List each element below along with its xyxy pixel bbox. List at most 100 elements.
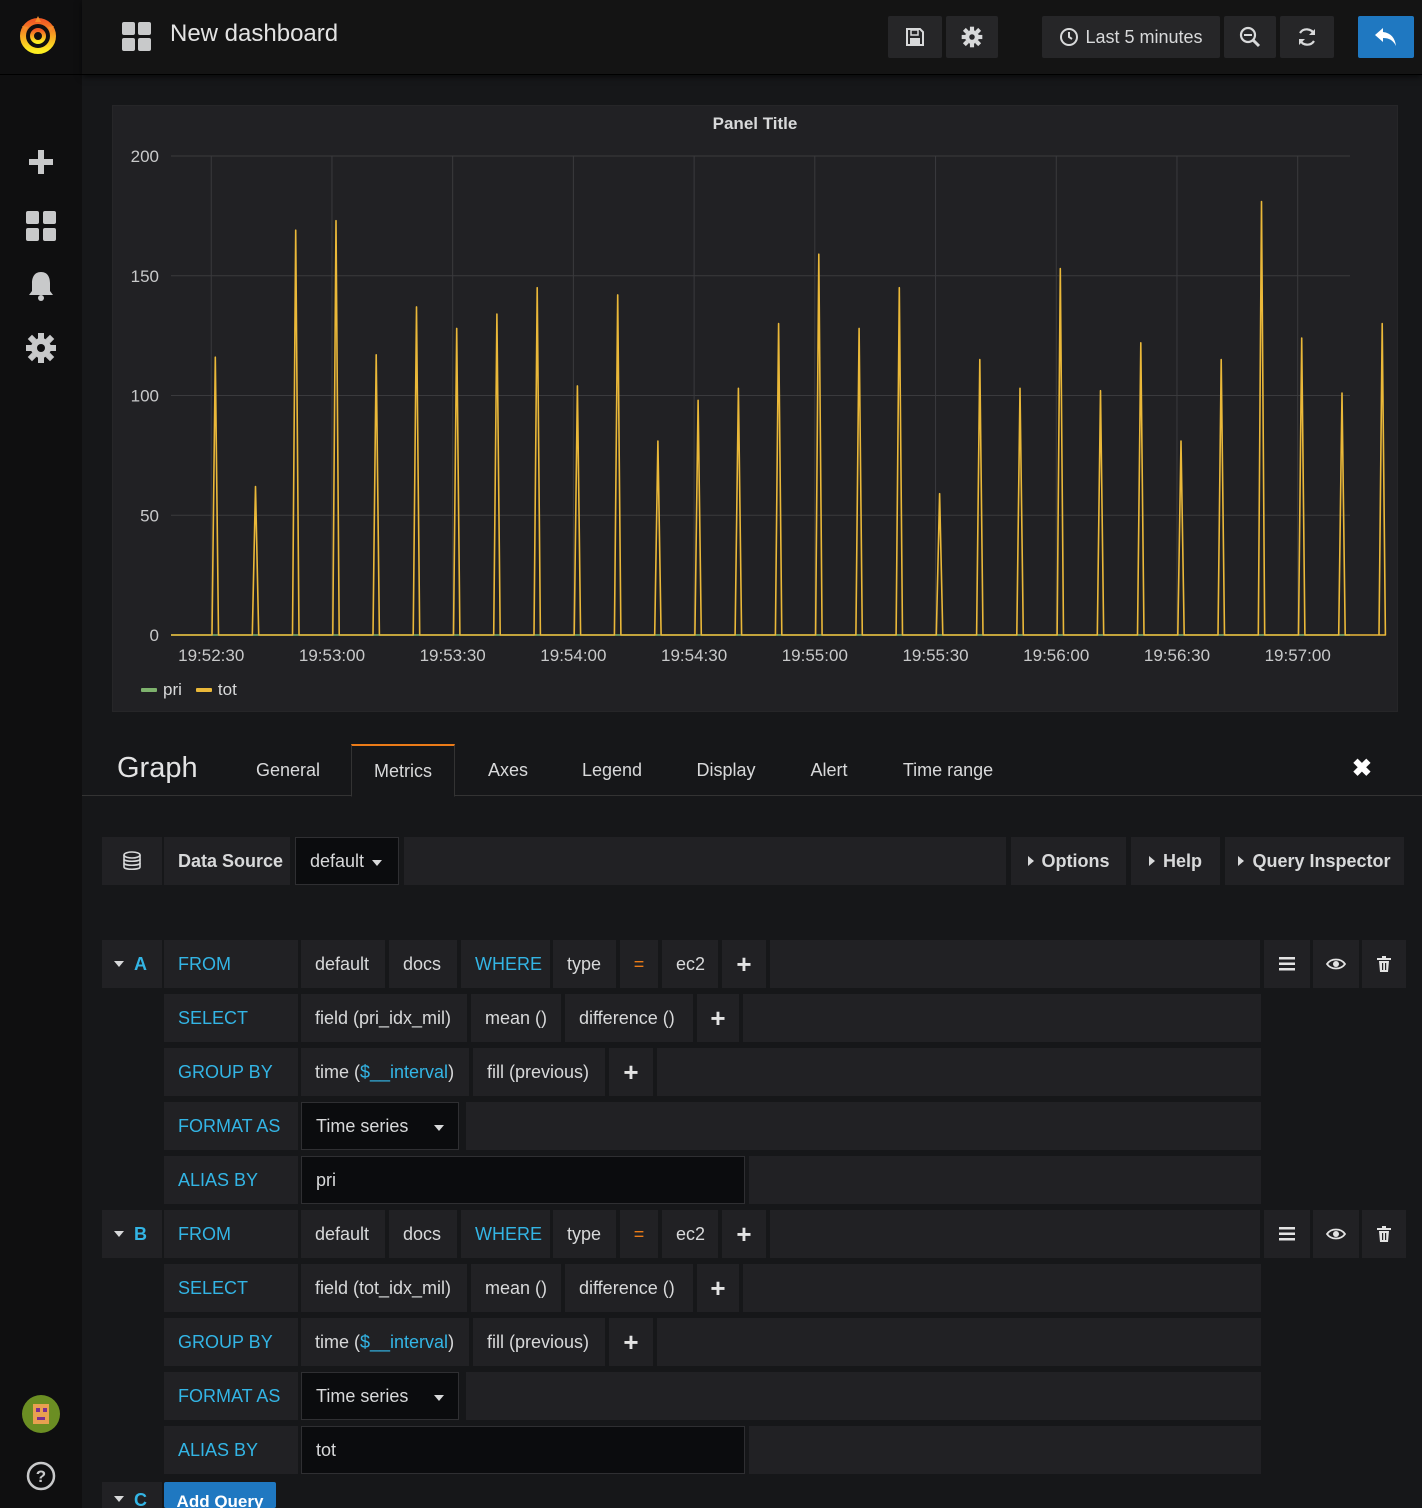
alerting-bell-icon[interactable]	[21, 266, 61, 306]
help-label: Help	[1162, 850, 1202, 871]
query-c-collapse-toggle[interactable]: C	[102, 1482, 162, 1508]
query-a-delete-button[interactable]	[1362, 940, 1406, 988]
plus-icon: +	[736, 948, 752, 979]
add-select-button[interactable]: +	[697, 1264, 739, 1312]
query-a-toggle-visibility-button[interactable]	[1313, 940, 1359, 988]
user-avatar[interactable]	[21, 1394, 61, 1434]
help-toggle[interactable]: Help	[1131, 837, 1220, 885]
hamburger-icon	[1279, 1227, 1295, 1241]
caret-down-icon	[114, 961, 124, 967]
measurement-segment[interactable]: docs	[389, 940, 457, 988]
graph-panel[interactable]: Panel Title 0 50 100 150 200 19:52:30 19:53:00…	[112, 105, 1398, 712]
tab-metrics[interactable]: Metrics	[351, 744, 455, 797]
tab-axes[interactable]: Axes	[472, 744, 544, 796]
legend-label-tot: tot	[217, 680, 237, 699]
query-b-toggle-visibility-button[interactable]	[1313, 1210, 1359, 1258]
x-tick-label: 19:53:30	[420, 646, 486, 665]
add-condition-button[interactable]: +	[722, 1210, 766, 1258]
transform-segment[interactable]: difference ()	[565, 1264, 693, 1312]
policy-segment[interactable]: default	[301, 940, 385, 988]
tag-operator-segment[interactable]: =	[620, 940, 658, 988]
caret-right-icon	[1027, 856, 1034, 866]
field-segment[interactable]: field (tot_idx_mil)	[301, 1264, 467, 1312]
group-time-segment[interactable]: time ($__interval)	[301, 1048, 469, 1096]
side-menu: ?	[0, 0, 82, 1508]
back-to-dashboard-button[interactable]	[1358, 16, 1414, 58]
fill-segment[interactable]: fill (previous)	[473, 1318, 605, 1366]
aggregation-segment[interactable]: mean ()	[471, 994, 561, 1042]
x-tick-label: 19:56:00	[1023, 646, 1089, 665]
tab-display[interactable]: Display	[682, 744, 770, 796]
trash-icon	[1377, 1226, 1391, 1242]
query-a-menu-button[interactable]	[1264, 940, 1310, 988]
format-value: Time series	[316, 1115, 409, 1136]
query-ref-label: C	[134, 1490, 147, 1508]
save-dashboard-button[interactable]	[888, 16, 942, 58]
dashboards-icon[interactable]	[21, 206, 61, 246]
eye-icon	[1326, 1228, 1346, 1240]
from-label: FROM	[164, 1210, 298, 1258]
refresh-icon	[1299, 28, 1315, 46]
group-time-segment[interactable]: time ($__interval)	[301, 1318, 469, 1366]
add-select-button[interactable]: +	[697, 994, 739, 1042]
datasource-select[interactable]: default	[295, 837, 399, 885]
format-select[interactable]: Time series	[301, 1372, 459, 1420]
refresh-button[interactable]	[1280, 16, 1334, 58]
tag-value-segment[interactable]: ec2	[662, 1210, 718, 1258]
aggregation-segment[interactable]: mean ()	[471, 1264, 561, 1312]
save-icon	[906, 28, 924, 46]
help-icon[interactable]: ?	[21, 1456, 61, 1496]
tag-value-segment[interactable]: ec2	[662, 940, 718, 988]
tag-key-segment[interactable]: type	[553, 1210, 616, 1258]
add-group-by-button[interactable]: +	[609, 1048, 653, 1096]
add-condition-button[interactable]: +	[722, 940, 766, 988]
close-editor-icon[interactable]: ✖	[1352, 754, 1372, 783]
tag-key-segment[interactable]: type	[553, 940, 616, 988]
query-inspector-toggle[interactable]: Query Inspector	[1225, 837, 1404, 885]
time-series-chart[interactable]: 0 50 100 150 200 19:52:30 19:53:00 19:53:30 19:5…	[113, 106, 1399, 713]
tab-legend[interactable]: Legend	[568, 744, 656, 796]
eye-icon	[1326, 958, 1346, 970]
dashboard-grid-icon	[122, 22, 152, 52]
options-toggle[interactable]: Options	[1011, 837, 1126, 885]
tab-general[interactable]: General	[242, 744, 334, 796]
alias-input[interactable]: pri	[301, 1156, 745, 1204]
x-tick-label: 19:55:30	[902, 646, 968, 665]
group-by-filler	[657, 1048, 1261, 1096]
legend-item-tot[interactable]: tot	[195, 680, 237, 700]
format-select[interactable]: Time series	[301, 1102, 459, 1150]
dashboard-title[interactable]: New dashboard	[170, 20, 338, 48]
query-b-collapse-toggle[interactable]: B	[102, 1210, 162, 1258]
transform-segment[interactable]: difference ()	[565, 994, 693, 1042]
add-query-button[interactable]: Add Query	[164, 1482, 276, 1508]
tag-operator-segment[interactable]: =	[620, 1210, 658, 1258]
search-minus-icon	[1239, 26, 1261, 48]
field-segment[interactable]: field (pri_idx_mil)	[301, 994, 467, 1042]
fill-segment[interactable]: fill (previous)	[473, 1048, 605, 1096]
database-icon	[102, 837, 162, 885]
policy-segment[interactable]: default	[301, 1210, 385, 1258]
add-group-by-button[interactable]: +	[609, 1318, 653, 1366]
alias-by-label: ALIAS BY	[164, 1426, 298, 1474]
y-tick-label: 0	[150, 626, 159, 645]
tab-alert[interactable]: Alert	[796, 744, 862, 796]
group-by-label: GROUP BY	[164, 1048, 298, 1096]
measurement-segment[interactable]: docs	[389, 1210, 457, 1258]
legend-item-pri[interactable]: pri	[141, 680, 182, 700]
query-a-collapse-toggle[interactable]: A	[102, 940, 162, 988]
time-picker-button[interactable]: Last 5 minutes	[1042, 16, 1220, 58]
query-b-menu-button[interactable]	[1264, 1210, 1310, 1258]
create-plus-icon[interactable]	[21, 142, 61, 182]
trash-icon	[1377, 956, 1391, 972]
dashboard-settings-button[interactable]	[946, 16, 998, 58]
query-b-delete-button[interactable]	[1362, 1210, 1406, 1258]
zoom-out-button[interactable]	[1224, 16, 1276, 58]
group-time-prefix: time (	[315, 1331, 360, 1352]
plus-icon: +	[623, 1056, 639, 1087]
caret-down-icon	[114, 1231, 124, 1237]
grafana-logo-icon[interactable]	[14, 12, 62, 60]
legend-swatch-pri	[141, 688, 157, 692]
tab-time-range[interactable]: Time range	[888, 744, 1008, 796]
configuration-gear-icon[interactable]	[21, 328, 61, 368]
alias-input[interactable]: tot	[301, 1426, 745, 1474]
